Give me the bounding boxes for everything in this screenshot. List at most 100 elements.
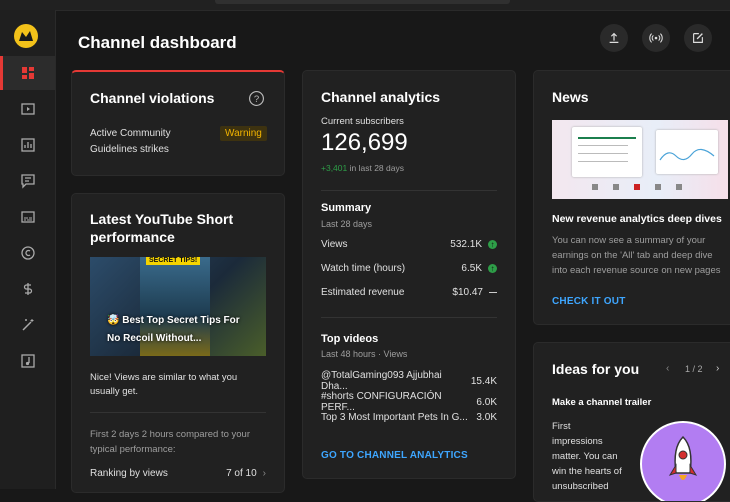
audio-library-icon (20, 354, 35, 368)
go-live-button[interactable] (642, 24, 670, 52)
broadcast-icon (649, 33, 663, 43)
ideas-subtitle: Make a channel trailer (552, 397, 652, 408)
short-compare-2: typical performance: (90, 444, 176, 455)
summary-row-watch-time: Watch time (hours) 6.5K ↑ (321, 263, 497, 274)
short-note-1: Nice! Views are similar to what you (90, 372, 238, 383)
subscribers-change-period: in last 28 days (349, 163, 404, 173)
nav-comments[interactable] (0, 164, 55, 198)
revenue-label: Estimated revenue (321, 287, 405, 298)
top-video-title: #shorts CONFIGURACIÓN PERF... (321, 391, 442, 413)
up-arrow-icon: ↑ (488, 264, 497, 273)
top-video-views: 15.4K (470, 375, 497, 387)
ideas-card: Ideas for you ‹ 1 / 2 › Make a channel t… (533, 342, 730, 502)
nav-content[interactable] (0, 92, 55, 126)
ideas-pager: 1 / 2 (685, 364, 703, 374)
help-icon[interactable]: ? (248, 90, 265, 107)
news-illustration-chart (656, 130, 718, 174)
ideas-body-line: First (552, 421, 571, 432)
top-video-row[interactable]: @TotalGaming093 Ajjubhai Dha... 15.4K (321, 370, 497, 392)
summary-period: Last 28 days (321, 219, 373, 229)
subscribers-label: Current subscribers (321, 116, 404, 127)
news-card: News New revenue analytics deep dives Yo… (533, 70, 730, 325)
ideas-title: Ideas for you (552, 361, 640, 377)
top-video-title: Top 3 Most Important Pets In G... (321, 412, 468, 423)
summary-row-revenue: Estimated revenue $10.47 (321, 287, 497, 298)
subscribers-change: +3,401 (321, 163, 348, 173)
copyright-icon (20, 246, 35, 260)
dollar-icon (23, 283, 32, 295)
thumbnail-caption-1: 🤯 Best Top Secret Tips For (107, 315, 240, 326)
news-body-2: earnings on the 'All' tab and deep dive (552, 250, 713, 261)
nav-analytics[interactable] (0, 128, 55, 162)
views-value: 532.1K (450, 239, 482, 250)
ideas-prev-button[interactable]: ‹ (666, 363, 669, 374)
analytics-title: Channel analytics (321, 89, 441, 105)
nav-dashboard[interactable] (0, 56, 55, 90)
top-videos-title: Top videos (321, 333, 379, 345)
short-compare-1: First 2 days 2 hours compared to your (90, 429, 250, 440)
summary-row-views: Views 532.1K ↑ (321, 239, 497, 250)
ideas-body-line: impressions (552, 436, 603, 447)
top-video-views: 3.0K (476, 412, 497, 423)
nav-earn[interactable] (0, 272, 55, 306)
ranking-label: Ranking by views (90, 468, 168, 479)
upload-button[interactable] (600, 24, 628, 52)
ranking-row[interactable]: Ranking by views 7 of 10 › (90, 468, 266, 479)
warning-badge: Warning (220, 126, 267, 141)
check-it-out-link[interactable]: CHECK IT OUT (552, 296, 626, 307)
watch-time-label: Watch time (hours) (321, 263, 406, 274)
short-title-2: performance (90, 229, 175, 245)
revenue-value: $10.47 (452, 287, 483, 298)
svg-text:?: ? (254, 94, 259, 105)
short-performance-card: Latest YouTube Short performance SECRET … (71, 193, 285, 493)
top-video-title: @TotalGaming093 Ajjubhai Dha... (321, 370, 442, 392)
top-video-row[interactable]: #shorts CONFIGURACIÓN PERF... 6.0K (321, 391, 497, 413)
news-body-3: into each revenue source on new pages (552, 265, 721, 276)
short-note-2: usually get. (90, 386, 139, 397)
content-icon (20, 103, 35, 115)
thumbnail-caption-2: No Recoil Without... (107, 333, 202, 344)
views-label: Views (321, 239, 348, 250)
watch-time-value: 6.5K (461, 263, 482, 274)
news-illustration (552, 120, 728, 199)
top-videos-period: Last 48 hours · Views (321, 349, 408, 359)
dash-icon (489, 292, 497, 293)
create-post-button[interactable] (684, 24, 712, 52)
top-video-row[interactable]: Top 3 Most Important Pets In G... 3.0K (321, 412, 497, 423)
comments-icon (20, 174, 35, 189)
subtitles-icon (20, 211, 35, 223)
ranking-value: 7 of 10 (226, 468, 257, 479)
summary-title: Summary (321, 202, 372, 214)
channel-avatar[interactable] (14, 24, 38, 48)
up-arrow-icon: ↑ (488, 240, 497, 249)
violations-card: Channel violations ? Active Community Gu… (71, 70, 285, 176)
analytics-divider-1 (321, 190, 497, 191)
nav-subtitles[interactable] (0, 200, 55, 234)
violations-title: Channel violations (90, 90, 215, 106)
sidebar (0, 10, 56, 489)
subscribers-count: 126,699 (321, 129, 408, 156)
go-to-analytics-link[interactable]: GO TO CHANNEL ANALYTICS (321, 450, 468, 461)
ideas-body-line: win the hearts of (552, 466, 622, 477)
nav-customization[interactable] (0, 308, 55, 342)
edit-icon (693, 33, 703, 43)
news-illustration-icons (592, 184, 682, 190)
analytics-divider-2 (321, 317, 497, 318)
top-video-views: 6.0K (476, 396, 497, 408)
rocket-icon (668, 435, 698, 480)
news-illustration-table (572, 127, 642, 177)
violations-label-1: Active Community (90, 128, 171, 139)
upload-icon (609, 32, 619, 43)
short-thumbnail[interactable]: SECRET TIPS! 🤯 Best Top Secret Tips For … (90, 257, 266, 356)
rocket-illustration (640, 421, 726, 501)
dashboard-icon (21, 67, 34, 79)
nav-copyright[interactable] (0, 236, 55, 270)
nav-audio-library[interactable] (0, 344, 55, 378)
news-title: News (552, 89, 589, 105)
search-bar[interactable] (215, 0, 510, 4)
analytics-card: Channel analytics Current subscribers 12… (302, 70, 516, 479)
ideas-body-line: matter. You can (552, 451, 618, 462)
ideas-body-line: unsubscribed (552, 481, 609, 492)
ideas-next-button[interactable]: › (716, 363, 719, 374)
short-title-1: Latest YouTube Short (90, 211, 234, 227)
